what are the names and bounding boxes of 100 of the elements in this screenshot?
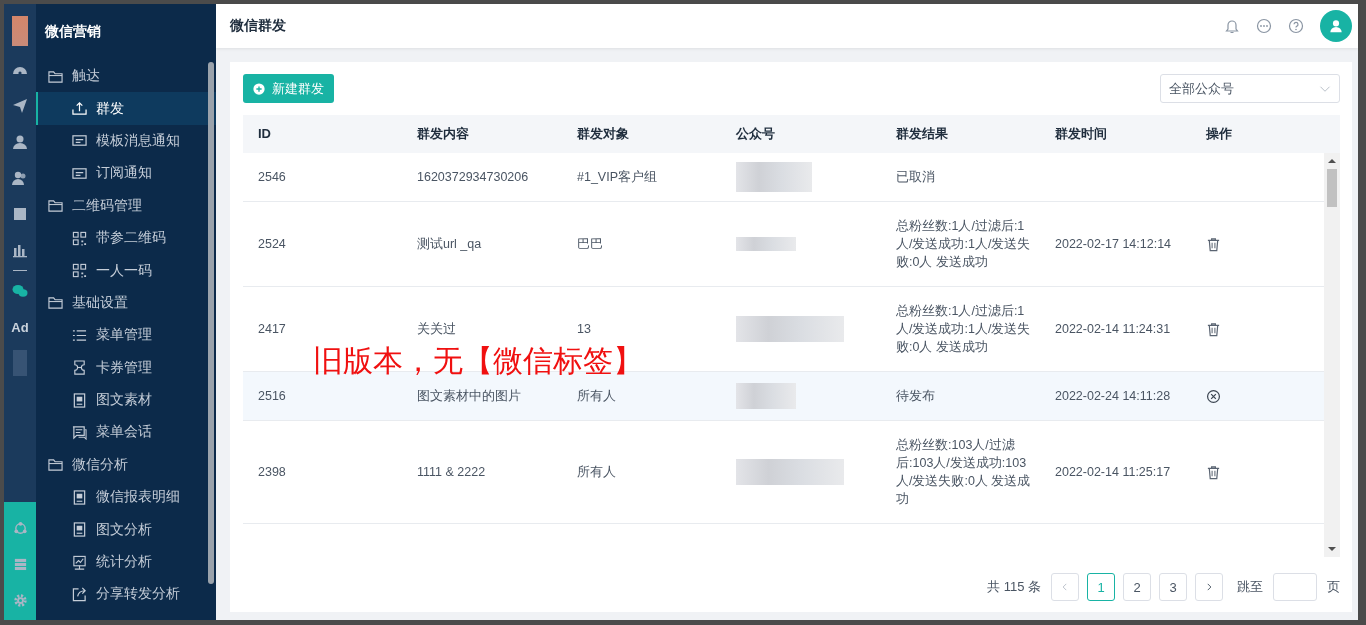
folder-icon [48,295,63,311]
table-cell: 已取消 [896,170,935,184]
trash-icon [1206,464,1221,480]
column-header: 群发内容 [417,126,469,141]
menu-item[interactable]: 订阅通知 [36,157,216,190]
plus-circle-icon [253,82,265,95]
list-icon [72,327,87,343]
menu-item[interactable]: 图文素材 [36,383,216,417]
share-icon [72,586,87,602]
total-count: 共 115 条 [987,578,1041,596]
jump-label: 跳至 [1237,578,1263,596]
table-cell: 巴巴 [577,237,603,251]
scroll-up-icon[interactable] [1328,157,1336,165]
page-button[interactable]: 3 [1159,573,1187,601]
cancel-circle-icon [1206,388,1221,404]
avatar[interactable] [1320,10,1352,42]
table-cell: 图文素材中的图片 [417,389,521,403]
menu-item[interactable]: 模板消息通知 [36,124,216,158]
table-cell: 13 [577,322,591,336]
logo[interactable] [12,16,28,46]
redacted-block [736,237,796,251]
menu-item[interactable]: 图文分析 [36,513,216,546]
scroll-down-icon[interactable] [1328,545,1336,553]
chevron-left-icon [1060,582,1070,592]
menu-item[interactable]: 微信报表明细 [36,481,216,514]
chart-icon [72,554,87,570]
table-cell: 2022-02-14 11:24:31 [1055,322,1171,336]
menu-group[interactable]: 微信分析 [36,448,216,482]
menu-item[interactable]: 统计分析 [36,545,216,579]
document-icon [72,489,87,505]
ad-label[interactable]: Ad [11,319,29,335]
menu-item[interactable]: 群发 [36,92,216,125]
table-cell: 2022-02-24 14:11:28 [1055,389,1171,403]
table-cell: #1_VIP客户组 [577,170,657,184]
help-icon [1288,18,1304,34]
folder-icon [48,198,63,214]
table-cell: 测试url _qa [417,237,482,251]
scrollbar[interactable] [208,62,214,584]
column-header: 群发时间 [1055,126,1107,141]
menu-item[interactable]: 带参二维码 [36,221,216,255]
page-input[interactable] [1273,573,1317,601]
qr-code-icon [72,263,87,279]
column-header: ID [258,126,271,141]
previous-page-button[interactable] [1051,573,1079,601]
table-cell: 所有人 [577,465,616,479]
table-cell: 所有人 [577,389,616,403]
bell-icon [1224,18,1240,34]
table-cell: 关关过 [417,322,456,336]
message-icon [72,133,87,149]
settings-icon [12,592,28,608]
folder-icon [48,457,63,473]
table-cell: 2516 [258,389,286,403]
page-button[interactable]: 2 [1123,573,1151,601]
table-cell: 2546 [258,170,286,184]
server-icon [12,556,28,572]
menu-group[interactable]: 二维码管理 [36,189,216,222]
column-header: 群发结果 [896,126,948,141]
qr-code-icon [72,230,87,246]
redacted-block [13,350,27,376]
table-cell: 1111 & 2222 [417,465,486,479]
table-cell: 总粉丝数:1人/过滤后:1人/发送成功:1人/发送失败:0人 发送成功 [896,304,1031,354]
share-icon [12,520,28,536]
menu-item[interactable]: 卡券管理 [36,351,216,384]
chat-icon [1256,18,1272,34]
table-cell: 待发布 [896,389,935,403]
chat-icon [72,425,87,440]
table-cell: 2524 [258,237,286,251]
column-header: 公众号 [736,126,775,141]
page-suffix: 页 [1327,578,1340,596]
redacted-block [736,383,796,409]
menu-item[interactable]: 菜单管理 [36,319,216,352]
scroll-thumb[interactable] [1327,169,1337,207]
next-page-button[interactable] [1195,573,1223,601]
table-cell: 1620372934730206 [417,170,529,184]
menu-group[interactable]: 触达 [36,60,216,93]
document-icon [72,392,87,408]
page-title: 微信群发 [230,17,287,35]
menu-item[interactable]: 菜单会话 [36,416,216,449]
column-header: 群发对象 [577,126,629,141]
column-header: 操作 [1206,125,1232,143]
document-icon [72,522,87,538]
chevron-right-icon [1204,582,1214,592]
sidebar-title: 微信营销 [45,23,101,41]
table-cell: 总粉丝数:103人/过滤后:103人/发送成功:103人/发送失败:0人 发送成功 [896,438,1031,506]
table-cell: 2398 [258,465,286,479]
trash-icon [1206,321,1221,337]
menu-item[interactable]: 一人一码 [36,254,216,287]
account-dropdown[interactable]: 全部公众号 [1160,74,1340,103]
table-cell: 总粉丝数:1人/过滤后:1人/发送成功:1人/发送失败:0人 发送成功 [896,219,1031,269]
menu-item[interactable]: 分享转发分析 [36,578,216,611]
upload-icon [72,101,87,117]
message-icon [72,165,87,181]
table-cell: 2022-02-17 14:12:14 [1055,237,1172,251]
trash-icon [1206,236,1221,252]
table-cell: 2417 [258,322,286,336]
table-cell: 2022-02-14 11:25:17 [1055,465,1171,479]
scrollbar[interactable] [1324,153,1340,557]
menu-group[interactable]: 基础设置 [36,286,216,320]
folder-icon [48,68,63,84]
user-icon [1329,19,1343,33]
